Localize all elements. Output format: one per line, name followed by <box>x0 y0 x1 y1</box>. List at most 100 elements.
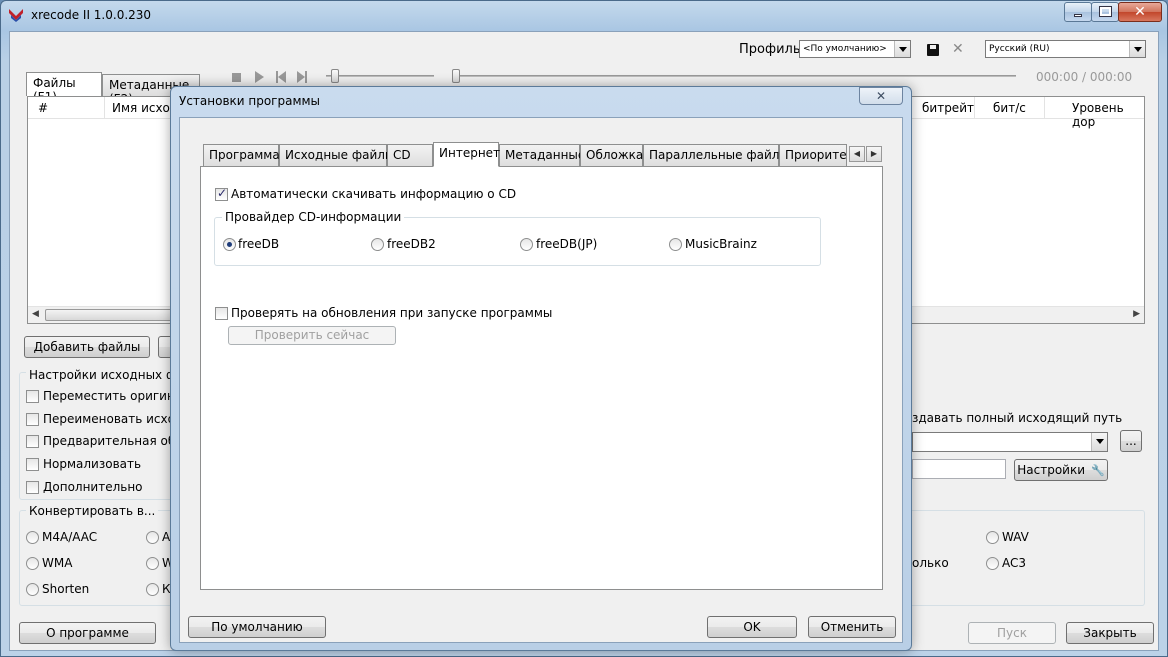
scroll-left-icon[interactable]: ◀ <box>32 309 39 319</box>
about-button[interactable]: О программе <box>19 622 156 644</box>
minimize-button[interactable] <box>1064 2 1092 22</box>
tab-program[interactable]: Программа <box>203 144 280 166</box>
title-bar[interactable]: xrecode II 1.0.0.230 ✕ <box>1 1 1167 29</box>
dialog-close-button[interactable]: ✕ <box>859 87 903 105</box>
tab-source-files[interactable]: Исходные файлы <box>279 144 394 166</box>
close-button[interactable]: Закрыть <box>1066 622 1154 644</box>
add-files-button[interactable]: Добавить файлы <box>24 336 150 358</box>
format-shorten-radio[interactable] <box>26 583 39 596</box>
additional-checkbox[interactable] <box>26 481 39 494</box>
minimize-icon <box>1074 14 1082 17</box>
language-select[interactable]: Русский (RU) <box>985 40 1146 58</box>
internet-settings-panel: Автоматически скачивать информацию о CD … <box>200 166 883 590</box>
format-aiff-radio[interactable] <box>146 531 159 544</box>
profile-select[interactable]: <По умолчанию> <box>799 40 911 58</box>
chevron-down-icon <box>1091 433 1107 451</box>
format-only-label: олько <box>912 556 949 570</box>
provider-freedb-jp-label: freeDB(JP) <box>536 237 598 251</box>
tab-scroll-right-icon[interactable]: ▶ <box>866 146 882 162</box>
column-header-bits[interactable]: бит/с <box>993 101 1026 115</box>
defaults-button[interactable]: По умолчанию <box>188 616 326 638</box>
column-header-bitrate[interactable]: битрейт <box>922 101 974 115</box>
scroll-right-icon[interactable]: ▶ <box>1133 309 1140 319</box>
save-icon[interactable] <box>927 44 939 56</box>
cd-provider-title: Провайдер CD-информации <box>222 210 405 224</box>
column-separator <box>974 97 975 119</box>
format-ac3-radio[interactable] <box>986 557 999 570</box>
maximize-icon <box>1099 6 1112 17</box>
format-m4a-radio[interactable] <box>26 531 39 544</box>
tab-priority[interactable]: Приоритет <box>779 144 847 166</box>
additional-label: Дополнительно <box>43 480 143 494</box>
start-button[interactable]: Пуск <box>968 622 1056 644</box>
next-icon[interactable] <box>297 71 307 83</box>
full-output-path-label: здавать полный исходящий путь <box>912 411 1123 425</box>
format-ko-radio[interactable] <box>146 583 159 596</box>
previous-icon[interactable] <box>276 71 286 83</box>
format-wma-label: WMA <box>42 556 73 570</box>
provider-freedb-radio[interactable] <box>223 238 236 251</box>
window-title: xrecode II 1.0.0.230 <box>31 8 152 22</box>
rename-source-label: Переименовать исходн <box>43 412 192 426</box>
dialog-title: Установки программы <box>179 94 321 108</box>
format-shorten-label: Shorten <box>42 582 90 596</box>
tab-metadata[interactable]: Метаданные <box>499 144 585 166</box>
column-header-track-level[interactable]: Уровень дор <box>1072 101 1144 129</box>
normalize-label: Нормализовать <box>43 457 142 471</box>
position-slider-thumb[interactable] <box>452 69 460 83</box>
tab-cd[interactable]: CD <box>387 144 433 166</box>
language-select-value: Русский (RU) <box>989 44 1050 54</box>
output-field[interactable] <box>912 459 1006 479</box>
volume-slider[interactable] <box>326 75 434 77</box>
provider-freedb2-radio[interactable] <box>371 238 384 251</box>
browse-button[interactable]: ... <box>1120 430 1142 452</box>
format-wav-label: WAV <box>1002 530 1029 544</box>
wrench-icon: 🔧 <box>1091 464 1105 477</box>
play-icon[interactable] <box>255 71 270 83</box>
profile-label: Профиль <box>739 42 801 57</box>
auto-download-cd-info-checkbox[interactable] <box>215 186 228 201</box>
maximize-button[interactable] <box>1091 2 1119 22</box>
provider-freedb2-label: freeDB2 <box>387 237 436 251</box>
cancel-button[interactable]: Отменить <box>808 616 896 638</box>
tab-scroll-left-icon[interactable]: ◀ <box>849 146 865 162</box>
output-path-select[interactable] <box>912 432 1108 452</box>
auto-download-cd-info-label: Автоматически скачивать информацию о CD <box>231 187 517 201</box>
tab-cover[interactable]: Обложка <box>580 144 643 166</box>
preprocess-checkbox[interactable] <box>26 435 39 448</box>
column-header-source-name[interactable]: Имя исход <box>112 101 178 115</box>
chevron-down-icon <box>894 41 910 57</box>
move-original-checkbox[interactable] <box>26 390 39 403</box>
tab-parallel-files[interactable]: Параллельные файлы <box>643 144 789 166</box>
close-icon: ✕ <box>875 89 887 103</box>
close-window-button[interactable]: ✕ <box>1118 2 1162 22</box>
format-w-radio[interactable] <box>146 557 159 570</box>
format-wav-radio[interactable] <box>986 531 999 544</box>
xrecode-logo-icon <box>9 9 23 22</box>
preprocess-label: Предварительная обра <box>43 434 191 448</box>
scrollbar-thumb[interactable] <box>45 309 185 321</box>
check-updates-label: Проверять на обновления при запуске прог… <box>231 306 553 320</box>
settings-button[interactable]: Настройки 🔧 <box>1014 459 1108 481</box>
stop-icon[interactable] <box>232 73 241 82</box>
ok-button[interactable]: OK <box>707 616 797 638</box>
provider-musicbrainz-radio[interactable] <box>669 238 682 251</box>
position-slider[interactable] <box>452 75 1016 77</box>
check-now-button[interactable]: Проверить сейчас <box>228 326 396 345</box>
rename-source-checkbox[interactable] <box>26 413 39 426</box>
provider-musicbrainz-label: MusicBrainz <box>685 237 757 251</box>
provider-freedb-jp-radio[interactable] <box>520 238 533 251</box>
normalize-checkbox[interactable] <box>26 458 39 471</box>
tab-files[interactable]: Файлы (F1) <box>26 72 102 104</box>
format-m4a-label: M4A/AAC <box>42 530 98 544</box>
time-readout: 000:00 / 000:00 <box>1036 70 1133 84</box>
close-icon: ✕ <box>1134 4 1146 20</box>
volume-slider-thumb[interactable] <box>331 69 339 83</box>
convert-to-title: Конвертировать в... <box>26 504 159 518</box>
check-updates-checkbox[interactable] <box>215 307 228 320</box>
column-header-number[interactable]: # <box>38 101 48 115</box>
delete-profile-icon[interactable]: ✕ <box>952 41 964 57</box>
format-wma-radio[interactable] <box>26 557 39 570</box>
move-original-label: Переместить оригинал <box>43 389 190 403</box>
tab-internet[interactable]: Интернет <box>433 142 500 167</box>
